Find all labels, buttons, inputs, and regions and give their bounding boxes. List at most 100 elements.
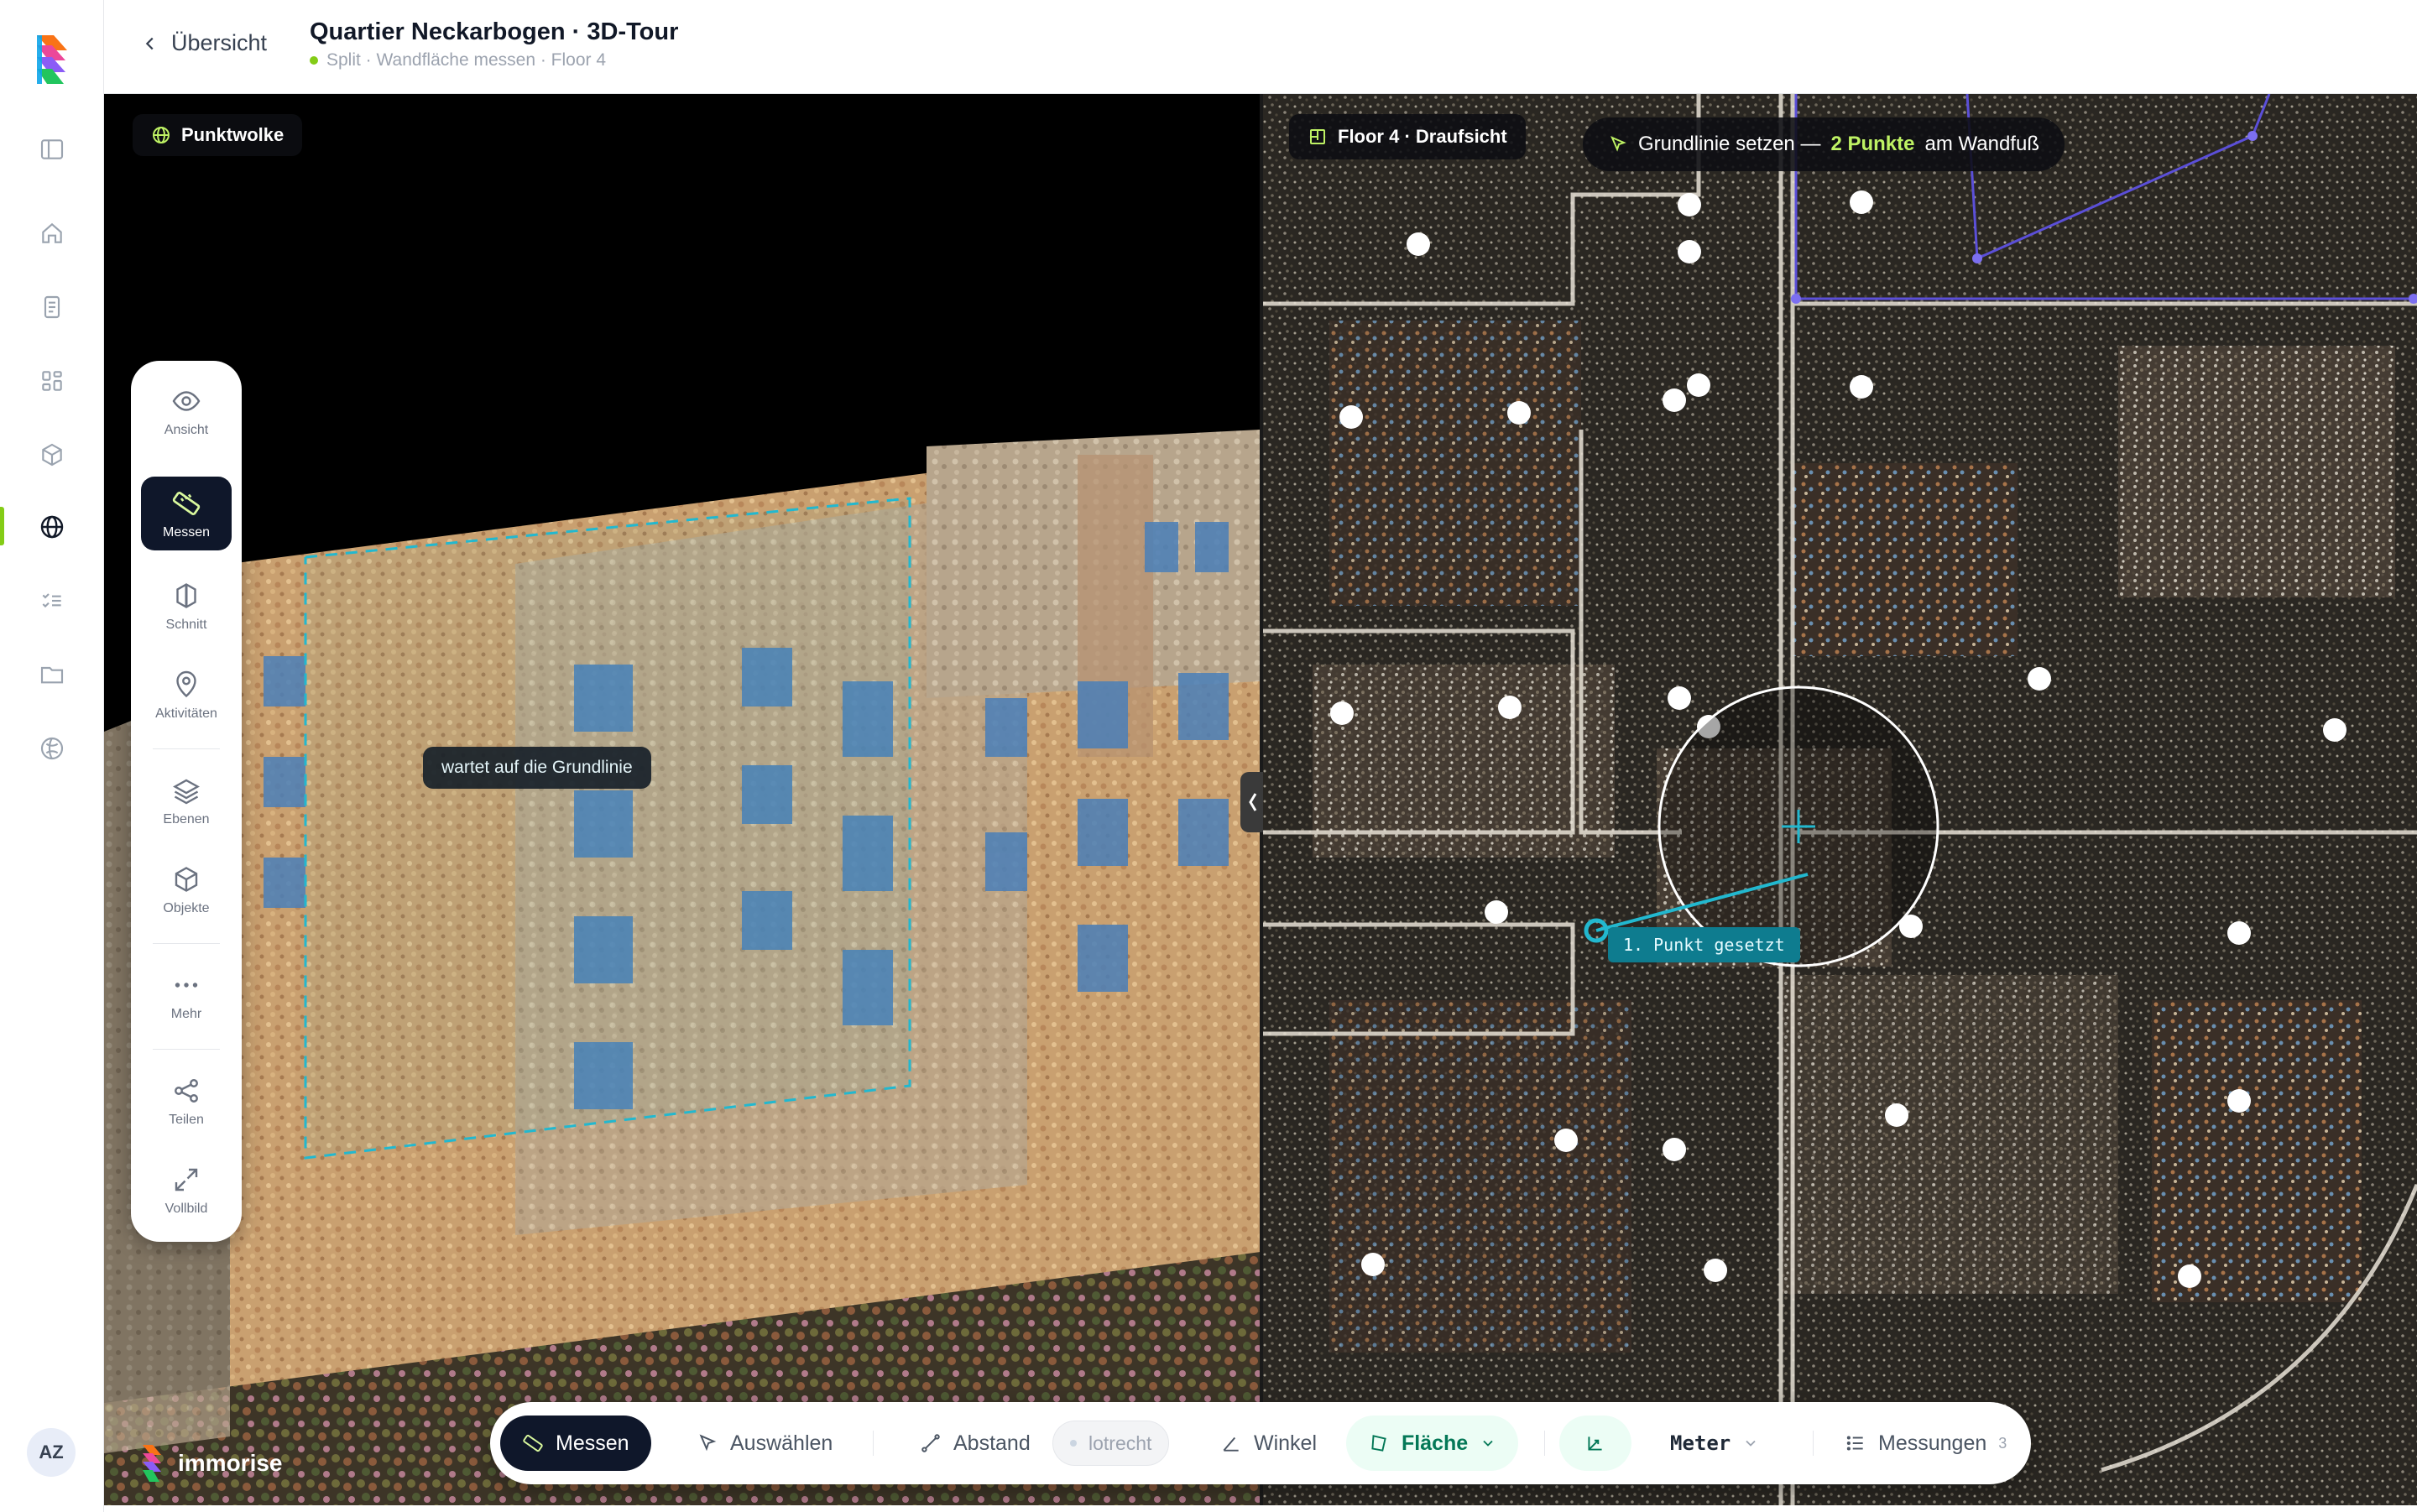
globe-icon[interactable] bbox=[35, 510, 69, 544]
hint-suffix: am Wandfuß bbox=[1924, 133, 2039, 155]
brand-name: immorise bbox=[178, 1450, 283, 1476]
layers-icon bbox=[173, 779, 200, 805]
tool-schnitt[interactable]: Schnitt bbox=[141, 581, 232, 633]
tool-objekte[interactable]: Objekte bbox=[141, 864, 232, 916]
auswaehlen-button[interactable]: Auswählen bbox=[675, 1416, 854, 1471]
tool-ansicht[interactable]: Ansicht bbox=[141, 386, 232, 438]
eye-icon bbox=[172, 391, 201, 411]
section-icon bbox=[176, 583, 196, 608]
tool-aktivitaeten-label: Aktivitäten bbox=[155, 706, 217, 721]
dashboard-grid-icon[interactable] bbox=[35, 364, 69, 398]
tool-mehr-label: Mehr bbox=[170, 1007, 202, 1021]
tool-messen[interactable]: Messen bbox=[141, 477, 232, 550]
magnifier-loupe bbox=[1657, 686, 1939, 967]
tool-ebenen-label: Ebenen bbox=[163, 812, 210, 826]
tool-aktivitaeten[interactable]: Aktivitäten bbox=[141, 670, 232, 722]
lotrecht-toggle[interactable]: lotrecht bbox=[1052, 1421, 1170, 1466]
baseline-hint-banner: Grundlinie setzen — 2 Punkte am Wandfuß bbox=[1583, 117, 2065, 171]
chevron-down-icon bbox=[1746, 1440, 1756, 1447]
cursor-icon bbox=[699, 1434, 717, 1452]
list-icon bbox=[1846, 1436, 1863, 1451]
brand-footer: immorise bbox=[141, 1443, 283, 1483]
tool-ebenen[interactable]: Ebenen bbox=[141, 775, 232, 827]
subtitle-text: Split · Wandfläche messen · Floor 4 bbox=[326, 50, 607, 70]
share-icon bbox=[175, 1079, 198, 1103]
abstand-label: Abstand bbox=[953, 1431, 1031, 1455]
immorise-logo[interactable] bbox=[34, 34, 70, 86]
tool-vollbild-label: Vollbild bbox=[164, 1202, 208, 1216]
chevron-down-icon bbox=[1483, 1440, 1493, 1447]
waiting-tooltip: wartet auf die Grundlinie bbox=[423, 747, 651, 789]
floorplan-icon bbox=[1310, 129, 1325, 144]
ruler-icon bbox=[172, 492, 201, 515]
document-icon[interactable] bbox=[35, 290, 69, 324]
user-avatar[interactable]: AZ bbox=[27, 1428, 76, 1477]
page-subtitle: Split · Wandfläche messen · Floor 4 bbox=[310, 50, 606, 70]
messen-button[interactable]: Messen bbox=[500, 1416, 651, 1471]
palette-divider bbox=[153, 748, 220, 749]
home-icon[interactable] bbox=[35, 216, 69, 250]
area-icon bbox=[1371, 1435, 1386, 1452]
abstand-button[interactable]: Abstand bbox=[898, 1416, 1052, 1471]
sidebar-toggle-icon[interactable] bbox=[35, 133, 69, 166]
lotrecht-dot bbox=[1070, 1440, 1077, 1447]
pointcloud-view-chip: Punktwolke bbox=[133, 114, 303, 156]
floor-view-label: Floor 4 · Draufsicht bbox=[1338, 126, 1507, 147]
globe-small-icon bbox=[153, 127, 170, 143]
messungen-button[interactable]: Messungen 3 bbox=[1823, 1416, 2028, 1471]
distance-icon bbox=[921, 1434, 940, 1452]
hint-prefix: Grundlinie setzen — bbox=[1638, 133, 1821, 155]
auswaehlen-label: Auswählen bbox=[730, 1431, 833, 1455]
winkel-button[interactable]: Winkel bbox=[1198, 1416, 1339, 1471]
cube-icon[interactable] bbox=[35, 438, 69, 472]
status-dot bbox=[310, 56, 318, 65]
flaeche-button[interactable]: Fläche bbox=[1346, 1416, 1519, 1471]
box-icon bbox=[175, 867, 198, 892]
ruler-icon bbox=[523, 1434, 543, 1452]
expand-icon bbox=[175, 1168, 198, 1191]
immorise-logo-small bbox=[143, 1445, 161, 1482]
palette-divider bbox=[153, 943, 220, 944]
app-sidebar: AZ bbox=[0, 0, 104, 1512]
tool-objekte-label: Objekte bbox=[163, 901, 210, 915]
chevron-left-icon bbox=[145, 37, 154, 50]
hint-highlight: 2 Punkte bbox=[1830, 133, 1915, 155]
pointcloud-view-label: Punktwolke bbox=[181, 124, 285, 145]
map-pin-icon bbox=[176, 670, 196, 698]
lotrecht-label: lotrecht bbox=[1088, 1431, 1152, 1454]
angle-icon bbox=[1223, 1436, 1239, 1452]
toolbar-divider bbox=[873, 1431, 874, 1456]
winkel-label: Winkel bbox=[1254, 1431, 1318, 1455]
viewport-canvas bbox=[104, 94, 2417, 1505]
messungen-label: Messungen bbox=[1878, 1431, 1987, 1455]
split-viewport: Punktwolke wartet auf die Grundlinie Flo… bbox=[104, 94, 2417, 1505]
waiting-tooltip-text: wartet auf die Grundlinie bbox=[441, 758, 633, 777]
unit-select[interactable]: Meter bbox=[1648, 1416, 1781, 1471]
floor-view-chip: Floor 4 · Draufsicht bbox=[1289, 114, 1526, 159]
messen-label: Messen bbox=[556, 1431, 629, 1455]
tool-teilen-label: Teilen bbox=[169, 1113, 204, 1127]
measure-toolbar: Messen Auswählen Abstand lotrecht Winkel bbox=[490, 1402, 2031, 1484]
axis-tool-button[interactable] bbox=[1559, 1416, 1631, 1471]
folder-icon[interactable] bbox=[35, 658, 69, 691]
pointcloud-3d-view[interactable] bbox=[104, 94, 1261, 1505]
unit-label: Meter bbox=[1670, 1431, 1731, 1455]
tool-teilen[interactable]: Teilen bbox=[141, 1076, 232, 1128]
flaeche-label: Fläche bbox=[1402, 1431, 1469, 1455]
tool-mehr[interactable]: Mehr bbox=[141, 970, 232, 1022]
tool-palette: Ansicht Messen Schnitt Aktivitäten Ebene… bbox=[131, 361, 242, 1242]
page-title: Quartier Neckarbogen · 3D-Tour bbox=[310, 18, 679, 45]
measure-wall-outline bbox=[304, 497, 911, 1160]
app-root: AZ Übersicht Quartier Neckarbogen · 3D-T… bbox=[0, 0, 2417, 1512]
floorplan-topdown-view[interactable] bbox=[1263, 94, 2417, 1505]
toolbar-divider bbox=[1813, 1431, 1814, 1456]
point-set-label: 1. Punkt gesetzt bbox=[1608, 927, 1800, 962]
globe-alt-icon[interactable] bbox=[35, 732, 69, 765]
page-header: Übersicht Quartier Neckarbogen · 3D-Tour… bbox=[104, 0, 2417, 94]
tool-ansicht-label: Ansicht bbox=[164, 423, 209, 437]
tool-vollbild[interactable]: Vollbild bbox=[141, 1165, 232, 1217]
toolbar-divider bbox=[1544, 1431, 1545, 1456]
back-link[interactable]: Übersicht bbox=[141, 30, 267, 56]
back-label: Übersicht bbox=[171, 30, 268, 55]
checklist-icon[interactable] bbox=[35, 584, 69, 618]
